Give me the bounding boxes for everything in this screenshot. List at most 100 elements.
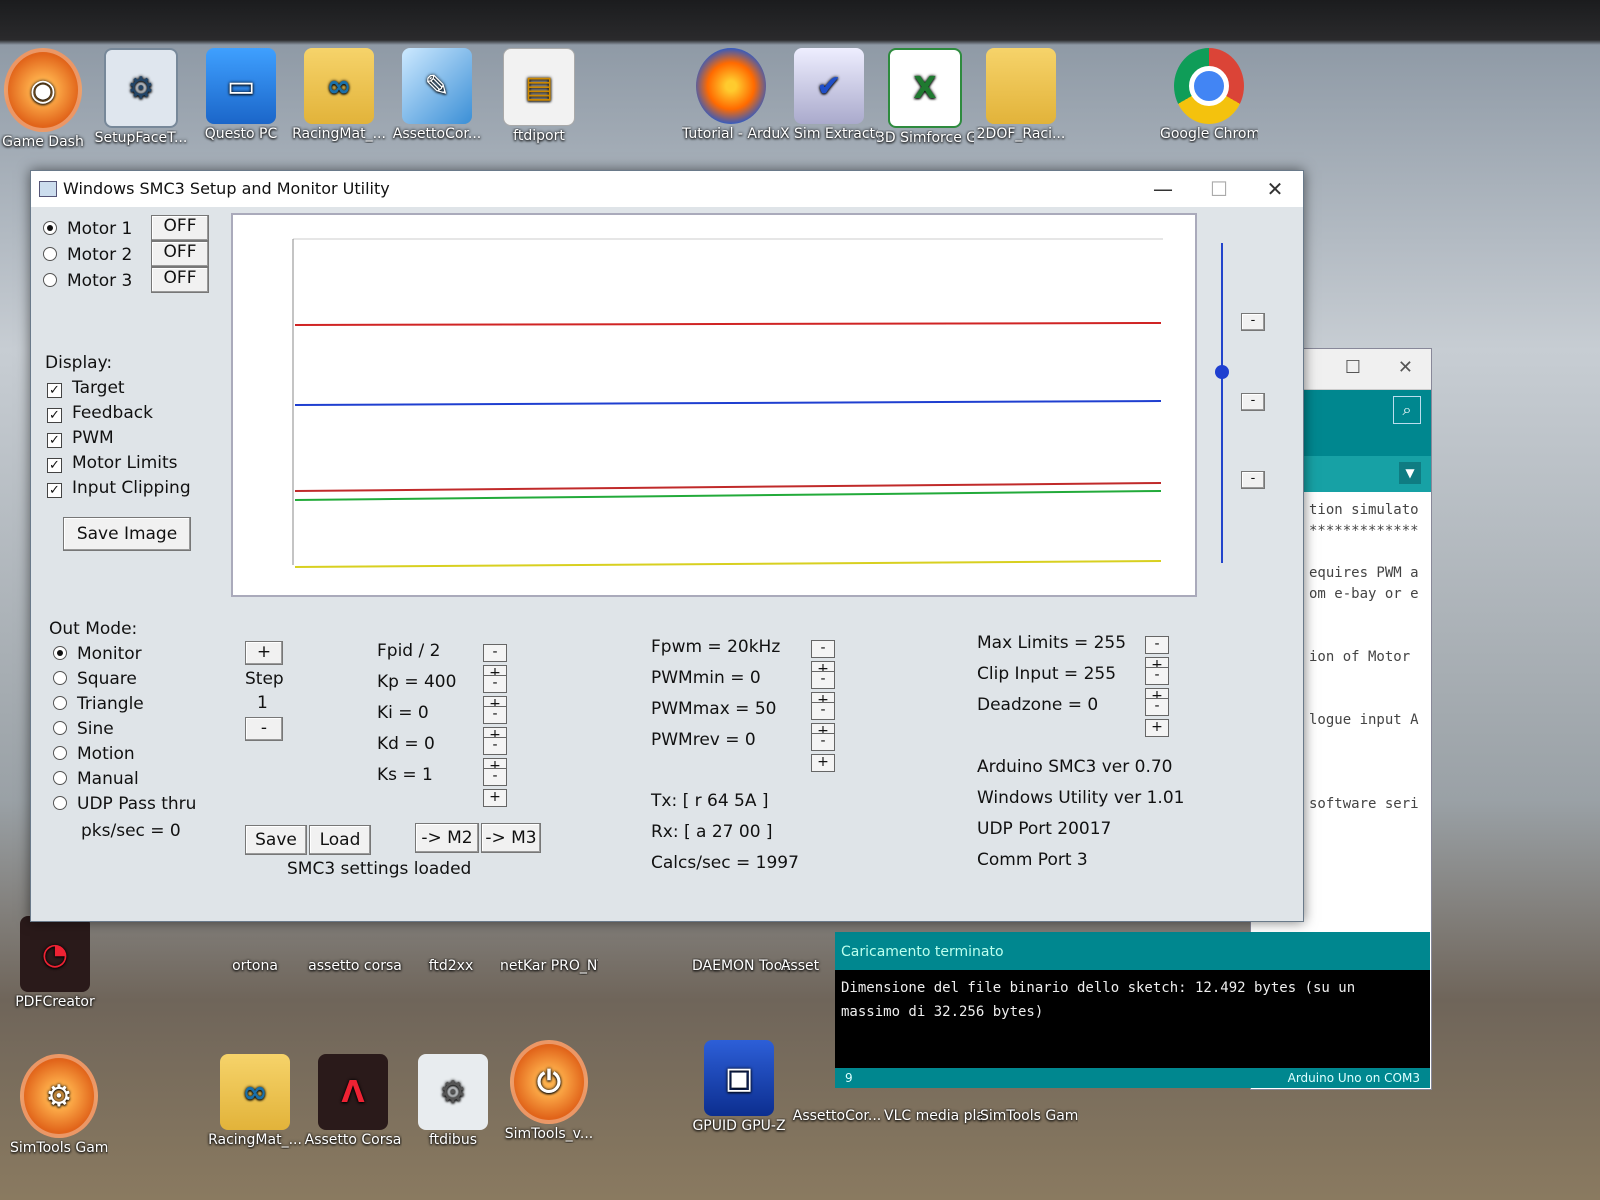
- display-target-checkbox[interactable]: ✓ Target: [47, 378, 125, 398]
- desktop-icon-asset[interactable]: Asset: [770, 958, 830, 975]
- radio-icon: [43, 273, 57, 287]
- display-motor-limits-checkbox[interactable]: ✓ Motor Limits: [47, 453, 178, 473]
- kp-stepper[interactable]: -+: [483, 672, 535, 714]
- notepad-icon: ✎: [402, 48, 472, 124]
- maximize-button[interactable]: ☐: [1191, 171, 1247, 207]
- desktop-icon-pdfcreator[interactable]: ◔ PDFCreator: [6, 916, 104, 1011]
- desktop-icon-tutorial[interactable]: Tutorial - Arduino.co...: [682, 48, 780, 143]
- desktop-icon-gpuz[interactable]: ▣ GPUID GPU-Z: [690, 1040, 788, 1135]
- step-plus-button[interactable]: +: [245, 641, 283, 665]
- side-minus-button-1[interactable]: -: [1241, 313, 1265, 331]
- radio-icon: [53, 746, 67, 760]
- motor-3-radio[interactable]: Motor 3: [43, 271, 132, 291]
- desktop-icon-ftd2xx[interactable]: ftd2xx: [402, 958, 500, 975]
- desktop-icon-xsim[interactable]: ✔X Sim Extractor: [780, 48, 878, 143]
- ks-stepper[interactable]: -+: [483, 765, 535, 807]
- desktop-icon-simtools-v[interactable]: ⏻ SimTools_v...: [500, 1040, 598, 1143]
- fpid-stepper[interactable]: -+: [483, 641, 535, 683]
- desktop-icon-racingmat-2[interactable]: ∞ RacingMat_...: [206, 1054, 304, 1149]
- display-pwm-checkbox[interactable]: ✓ PWM: [47, 428, 114, 448]
- pwm-rev-stepper[interactable]: -+: [811, 730, 863, 772]
- folder-icon: [986, 48, 1056, 124]
- minimize-button[interactable]: —: [1135, 171, 1191, 207]
- maximize-icon[interactable]: ☐: [1345, 357, 1361, 378]
- desktop-icon-ftdibus[interactable]: ⚙ ftdibus: [404, 1054, 502, 1149]
- fpwm-stepper[interactable]: -+: [811, 637, 863, 679]
- pwm-min-stepper[interactable]: -+: [811, 668, 863, 710]
- save-image-button[interactable]: Save Image: [63, 517, 191, 551]
- slider-thumb[interactable]: [1215, 365, 1229, 380]
- desktop-icon-assetto-corsa[interactable]: Λ Assetto Corsa: [304, 1054, 402, 1149]
- out-mode-udp-radio[interactable]: UDP Pass thru: [53, 794, 196, 814]
- display-input-clipping-checkbox[interactable]: ✓ Input Clipping: [47, 478, 191, 498]
- side-minus-button-3[interactable]: -: [1241, 471, 1265, 489]
- side-minus-button-2[interactable]: -: [1241, 393, 1265, 411]
- radio-icon: [43, 221, 57, 235]
- ki-stepper[interactable]: -+: [483, 703, 535, 745]
- motor-1-radio[interactable]: Motor 1: [43, 219, 132, 239]
- rx-readout: Rx: [ a 27 00 ]: [651, 822, 773, 842]
- display-feedback-checkbox[interactable]: ✓ Feedback: [47, 403, 153, 423]
- kd-stepper[interactable]: -+: [483, 734, 535, 776]
- step-minus-button[interactable]: -: [245, 717, 283, 741]
- copy-to-m2-button[interactable]: -> M2: [415, 823, 479, 853]
- desktop-icon-ftdiport[interactable]: ▤ ftdiport: [490, 48, 588, 145]
- load-button[interactable]: Load: [309, 825, 371, 855]
- radio-icon: [53, 671, 67, 685]
- max-limits-stepper[interactable]: -+: [1145, 633, 1197, 675]
- desktop-icon-assettocor[interactable]: ✎ AssettoCor...: [388, 48, 486, 143]
- console-output: Dimensione del file binario dello sketch…: [841, 980, 1356, 1020]
- tx-readout: Tx: [ r 64 5A ]: [651, 791, 769, 811]
- desktop-icon-simtools-engine[interactable]: SimTools GameEngine: [980, 1108, 1078, 1125]
- out-mode-motion-radio[interactable]: Motion: [53, 744, 135, 764]
- copy-to-m3-button[interactable]: -> M3: [481, 823, 541, 853]
- desktop-icon-ortona[interactable]: ortona: [206, 958, 304, 975]
- desktop-icon-questo-pc[interactable]: ▭ Questo PC: [192, 48, 290, 143]
- motor-1-toggle-button[interactable]: OFF: [151, 215, 209, 241]
- setup-icon: ⚙: [104, 48, 178, 128]
- assetto-corsa-icon: Λ: [318, 1054, 388, 1130]
- desktop-icon-chrome[interactable]: Google Chrome: [1160, 48, 1258, 143]
- desktop-icon-racingmat[interactable]: ∞ RacingMat_...: [290, 48, 388, 143]
- motor-2-toggle-button[interactable]: OFF: [151, 241, 209, 267]
- out-mode-sine-radio[interactable]: Sine: [53, 719, 114, 739]
- clip-input-stepper[interactable]: -+: [1145, 664, 1197, 706]
- serial-monitor-icon[interactable]: ⌕: [1393, 396, 1421, 424]
- out-mode-triangle-radio[interactable]: Triangle: [53, 694, 144, 714]
- desktop-icon-assetto-corsa-folder[interactable]: assetto corsa: [306, 958, 404, 975]
- desktop-icon-setupface[interactable]: ⚙ SetupFaceT...: [92, 48, 190, 147]
- motor-2-radio[interactable]: Motor 2: [43, 245, 132, 265]
- code-line: equires PWM a: [1309, 565, 1419, 581]
- tab-menu-icon[interactable]: ▼: [1399, 462, 1421, 484]
- out-mode-monitor-radio[interactable]: Monitor: [53, 644, 142, 664]
- pwm-max-stepper[interactable]: -+: [811, 699, 863, 741]
- desktop-icon-simforce[interactable]: X3D Simforce GT: [876, 48, 974, 147]
- close-icon[interactable]: ✕: [1398, 357, 1413, 378]
- pwm-max-value: PWMmax = 50: [651, 699, 777, 719]
- desktop-icon-vlc[interactable]: VLC media player: [884, 1108, 982, 1125]
- save-button[interactable]: Save: [245, 825, 307, 855]
- desktop-icon-2dof[interactable]: 2DOF_Raci...: [972, 48, 1070, 143]
- ki-value: Ki = 0: [377, 703, 429, 723]
- kp-value: Kp = 400: [377, 672, 457, 692]
- out-mode-heading: Out Mode:: [49, 619, 138, 639]
- position-slider[interactable]: [1215, 243, 1229, 563]
- out-mode-manual-radio[interactable]: Manual: [53, 769, 139, 789]
- close-button[interactable]: ✕: [1247, 171, 1303, 207]
- radio-icon: [53, 646, 67, 660]
- power-icon: ⏻: [510, 1040, 588, 1124]
- deadzone-stepper[interactable]: -+: [1145, 695, 1197, 737]
- motor-3-toggle-button[interactable]: OFF: [151, 267, 209, 293]
- pwm-line: [294, 560, 1162, 568]
- slider-track: [1221, 243, 1223, 563]
- desktop-icon-game-dash[interactable]: ◉ Game Dash: [0, 48, 92, 151]
- desktop-icon-assettocor-2[interactable]: AssettoCor...: [788, 1108, 886, 1125]
- out-mode-square-radio[interactable]: Square: [53, 669, 137, 689]
- desktop-icon-simtools-gameman[interactable]: ⚙SimTools GameMan...: [10, 1054, 108, 1157]
- smc3-window[interactable]: Windows SMC3 Setup and Monitor Utility —…: [30, 170, 1304, 922]
- desktop-icon-netkar[interactable]: netKar PRO_NT: [500, 958, 598, 975]
